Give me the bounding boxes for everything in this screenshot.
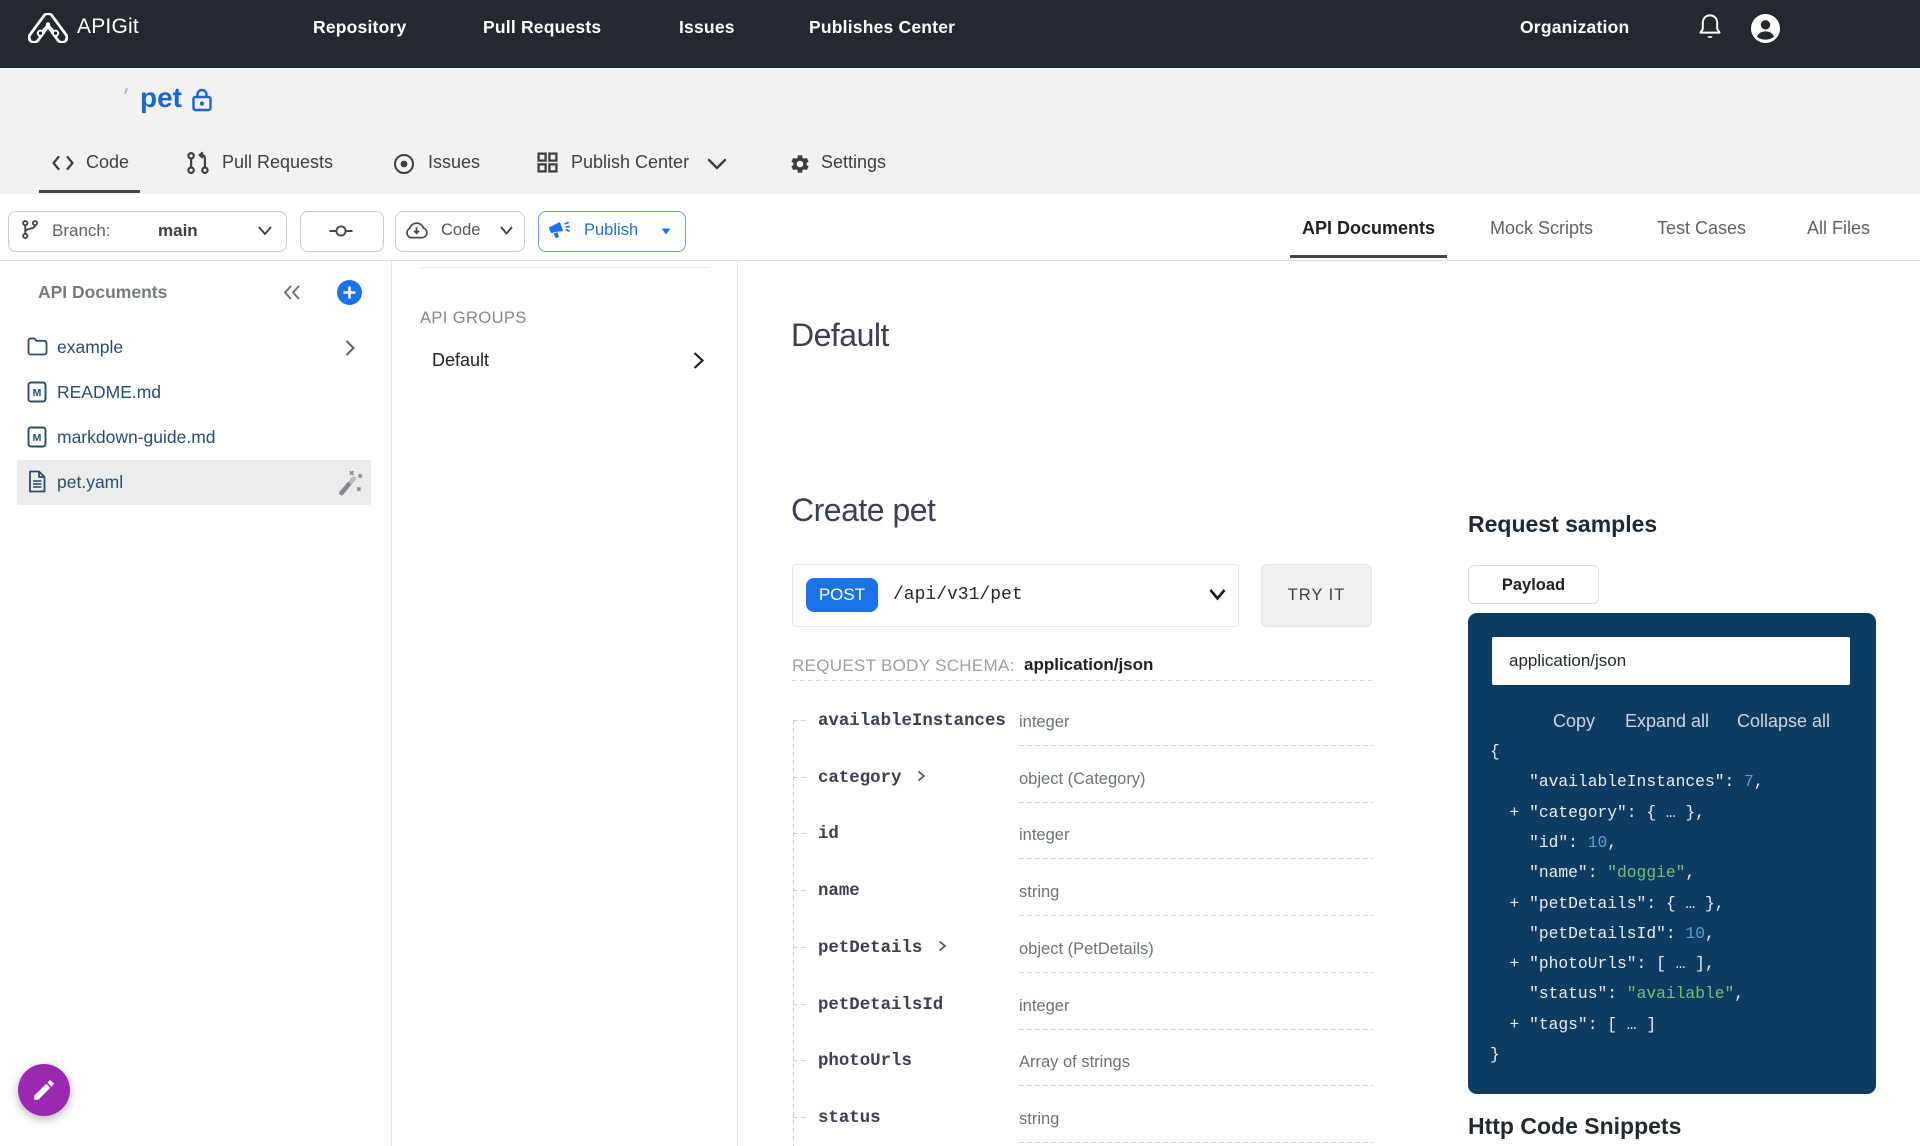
svg-text:M: M [33,387,42,399]
svg-text:M: M [33,432,42,444]
